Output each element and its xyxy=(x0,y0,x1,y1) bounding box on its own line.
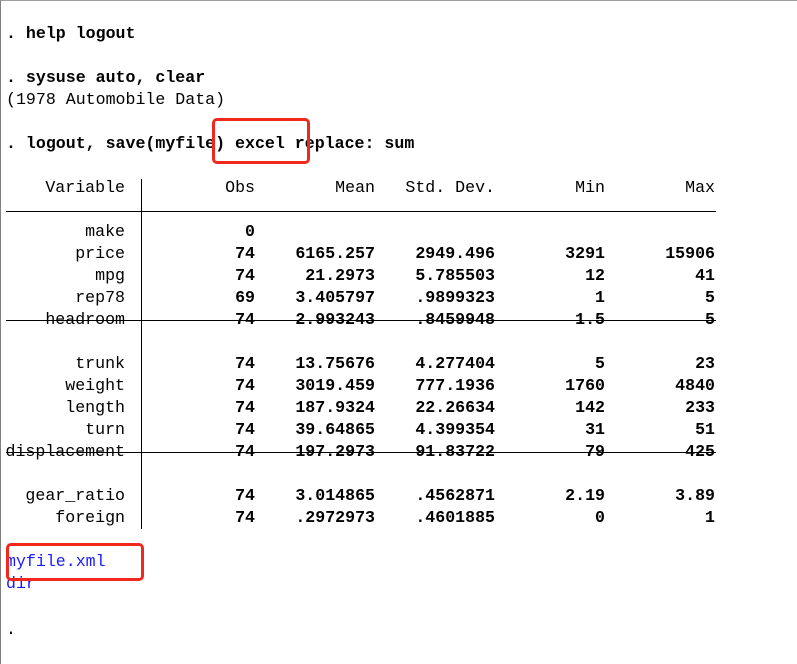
cell-std-dev: 2949.496 xyxy=(415,244,495,263)
cell-variable: turn xyxy=(85,420,125,439)
header-mean: Mean xyxy=(335,178,375,197)
cell-max: 3.89 xyxy=(675,486,715,505)
header-max: Max xyxy=(685,178,715,197)
command-help-logout: . help logout xyxy=(6,24,136,43)
table-divider xyxy=(6,320,716,321)
cell-std-dev: 4.399354 xyxy=(415,420,495,439)
cell-variable: price xyxy=(75,244,125,263)
cell-obs: 74 xyxy=(235,420,255,439)
cell-min: 0 xyxy=(595,508,605,527)
cell-min: 142 xyxy=(575,398,605,417)
cell-mean: 3.405797 xyxy=(295,288,375,307)
cell-obs: 74 xyxy=(235,398,255,417)
cell-max: 1 xyxy=(705,508,715,527)
header-min: Min xyxy=(575,178,605,197)
cell-std-dev: 5.785503 xyxy=(415,266,495,285)
cell-obs: 74 xyxy=(235,266,255,285)
cell-obs: 69 xyxy=(235,288,255,307)
header-variable: Variable xyxy=(45,178,125,197)
cell-min: 2.19 xyxy=(565,486,605,505)
cell-mean: 3019.459 xyxy=(295,376,375,395)
cell-obs: 74 xyxy=(235,354,255,373)
cell-std-dev: .4601885 xyxy=(415,508,495,527)
cell-mean: 13.75676 xyxy=(295,354,375,373)
cell-std-dev: 4.277404 xyxy=(415,354,495,373)
highlight-box-myfile xyxy=(6,543,144,581)
cell-max: 23 xyxy=(695,354,715,373)
cell-max: 15906 xyxy=(665,244,715,263)
cell-std-dev: .4562871 xyxy=(415,486,495,505)
table-divider xyxy=(6,211,716,212)
cell-obs: 74 xyxy=(235,508,255,527)
table-divider xyxy=(6,452,716,453)
cell-variable: mpg xyxy=(95,266,125,285)
cell-max: 4840 xyxy=(675,376,715,395)
cell-std-dev: 777.1936 xyxy=(415,376,495,395)
command-sysuse: . sysuse auto, clear xyxy=(6,68,206,87)
cell-variable: foreign xyxy=(55,508,125,527)
cell-max: 233 xyxy=(685,398,715,417)
cell-min: 1 xyxy=(595,288,605,307)
cell-variable: length xyxy=(65,398,125,417)
cell-std-dev: .9899323 xyxy=(415,288,495,307)
command-prompt[interactable]: . xyxy=(6,619,16,641)
cell-mean: 187.9324 xyxy=(295,398,375,417)
cell-max: 51 xyxy=(695,420,715,439)
cell-mean: .2972973 xyxy=(295,508,375,527)
cell-mean: 6165.257 xyxy=(295,244,375,263)
cell-mean: 39.64865 xyxy=(295,420,375,439)
cell-max: 5 xyxy=(705,288,715,307)
cell-variable: gear_ratio xyxy=(25,486,125,505)
cell-obs: 74 xyxy=(235,486,255,505)
command-logout: . logout, save(myfile) excel replace: su… xyxy=(6,134,415,153)
header-obs: Obs xyxy=(225,178,255,197)
cell-min: 5 xyxy=(595,354,605,373)
cell-max: 41 xyxy=(695,266,715,285)
cell-variable: make xyxy=(85,222,125,241)
header-std-dev: Std. Dev. xyxy=(405,178,495,197)
cell-variable: weight xyxy=(65,376,125,395)
cell-min: 12 xyxy=(585,266,605,285)
cell-mean: 21.2973 xyxy=(305,266,375,285)
output-dataset-label: (1978 Automobile Data) xyxy=(6,90,226,109)
cell-min: 3291 xyxy=(565,244,605,263)
cell-obs: 74 xyxy=(235,376,255,395)
cell-mean: 3.014865 xyxy=(295,486,375,505)
cell-std-dev: 22.26634 xyxy=(415,398,495,417)
stata-results-window: . help logout . sysuse auto, clear (1978… xyxy=(0,0,797,664)
table-column-separator xyxy=(141,179,142,529)
cell-min: 31 xyxy=(585,420,605,439)
cell-variable: rep78 xyxy=(75,288,125,307)
cell-min: 1760 xyxy=(565,376,605,395)
cell-obs: 0 xyxy=(245,222,255,241)
highlight-box-excel xyxy=(212,118,310,164)
cell-variable: trunk xyxy=(75,354,125,373)
cell-obs: 74 xyxy=(235,244,255,263)
